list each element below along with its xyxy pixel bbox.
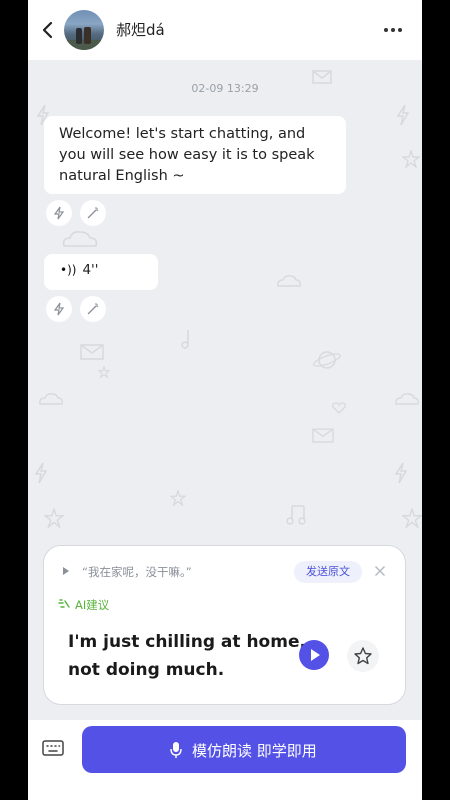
star-doodle-icon bbox=[98, 366, 110, 378]
magic-wand-button[interactable] bbox=[80, 296, 106, 322]
original-text: “我在家呢，没干嘛。” bbox=[82, 565, 192, 579]
imitate-read-button[interactable]: 模仿朗读 即学即用 bbox=[82, 726, 406, 773]
avatar[interactable] bbox=[64, 10, 104, 50]
play-suggestion-button[interactable] bbox=[299, 640, 329, 670]
send-original-button[interactable]: 发送原文 bbox=[294, 561, 362, 583]
message-timestamp: 02-09 13:29 bbox=[191, 82, 259, 95]
heart-doodle-icon bbox=[332, 402, 346, 414]
ai-suggestion-label: AI建议 bbox=[75, 598, 110, 612]
ai-suggestion-card: “我在家呢，没干嘛。” 发送原文 AI建议 I'm just chilling … bbox=[43, 545, 406, 705]
lightning-doodle-icon bbox=[34, 462, 48, 484]
music-note-doodle-icon bbox=[286, 505, 306, 525]
star-doodle-icon bbox=[402, 150, 420, 168]
envelope-doodle-icon bbox=[312, 428, 334, 443]
magic-wand-button[interactable] bbox=[80, 200, 106, 226]
contact-name: 郝炟dá bbox=[116, 21, 165, 39]
imitate-read-label: 模仿朗读 即学即用 bbox=[192, 742, 317, 760]
star-doodle-icon bbox=[402, 508, 422, 528]
back-arrow-icon[interactable] bbox=[40, 18, 56, 42]
chat-header: 郝炟dá bbox=[28, 0, 422, 60]
magic-wand-icon bbox=[87, 303, 99, 315]
phone-screen: 郝炟dá 02-09 13:29 Welcome! let's start ch… bbox=[28, 0, 422, 800]
message-text: Welcome! let's start chatting, and you w… bbox=[59, 126, 315, 184]
planet-doodle-icon bbox=[313, 351, 341, 369]
music-note-doodle-icon bbox=[181, 330, 189, 349]
keyboard-icon[interactable] bbox=[42, 740, 64, 756]
sound-wave-icon: •)) bbox=[60, 263, 77, 277]
favorite-star-button[interactable] bbox=[347, 640, 379, 672]
audio-duration: 4'' bbox=[82, 262, 99, 278]
lightning-doodle-icon bbox=[396, 104, 410, 126]
cloud-doodle-icon bbox=[395, 393, 419, 405]
lightning-icon bbox=[53, 206, 65, 220]
envelope-doodle-icon bbox=[80, 344, 104, 360]
microphone-icon bbox=[170, 742, 182, 758]
quick-reply-button[interactable] bbox=[46, 200, 72, 226]
bottom-input-bar: 模仿朗读 即学即用 bbox=[28, 720, 422, 800]
more-options-icon[interactable] bbox=[384, 22, 404, 38]
lightning-icon bbox=[53, 302, 65, 316]
star-doodle-icon bbox=[44, 508, 64, 528]
cloud-doodle-icon bbox=[62, 231, 98, 247]
quick-reply-button[interactable] bbox=[46, 296, 72, 322]
magic-wand-icon bbox=[87, 207, 99, 219]
star-icon bbox=[354, 647, 372, 665]
received-message-bubble[interactable]: Welcome! let's start chatting, and you w… bbox=[44, 116, 346, 194]
cloud-doodle-icon bbox=[39, 393, 63, 405]
lightning-doodle-icon bbox=[394, 462, 408, 484]
star-doodle-icon bbox=[170, 490, 186, 506]
play-original-icon[interactable] bbox=[61, 566, 71, 576]
cloud-doodle-icon bbox=[277, 275, 301, 287]
close-icon[interactable] bbox=[372, 563, 388, 579]
suggested-text: I'm just chilling at home, not doing muc… bbox=[68, 632, 306, 680]
ai-sparkle-icon bbox=[58, 599, 70, 608]
audio-message-bubble[interactable]: •)) 4'' bbox=[44, 254, 158, 290]
